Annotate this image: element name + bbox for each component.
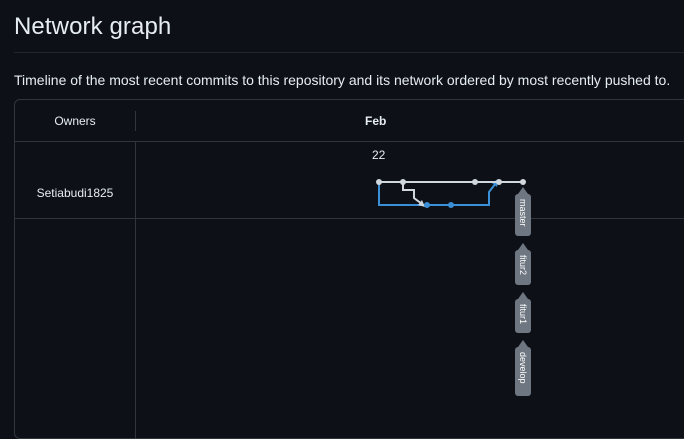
branch-connector xyxy=(402,182,423,205)
commit-dot[interactable] xyxy=(472,179,478,185)
branch-label-fitur2[interactable]: fitur2 xyxy=(515,243,531,285)
branch-label-develop[interactable]: develop xyxy=(515,340,531,396)
network-graph[interactable]: Owners Feb 22 Setiabudi1825 master fitur… xyxy=(14,99,684,439)
page-title: Network graph xyxy=(14,13,172,40)
branch-line-blue xyxy=(378,182,497,206)
commit-graph-canvas[interactable]: master fitur2 fitur1 develop xyxy=(15,100,684,439)
commit-dot[interactable] xyxy=(376,179,382,185)
branch-label-text: fitur1 xyxy=(518,304,528,324)
commit-dot[interactable] xyxy=(400,179,406,185)
branch-label-fitur1[interactable]: fitur1 xyxy=(515,292,531,333)
commit-dot[interactable] xyxy=(520,179,526,185)
page-description: Timeline of the most recent commits to t… xyxy=(14,72,671,88)
branch-label-text: master xyxy=(518,199,528,227)
branch-label-text: develop xyxy=(518,352,528,384)
branch-label-master[interactable]: master xyxy=(515,187,531,236)
commit-dot[interactable] xyxy=(448,202,454,208)
commit-dot[interactable] xyxy=(496,179,502,185)
title-divider xyxy=(14,52,684,53)
commit-dot[interactable] xyxy=(424,202,430,208)
branch-label-text: fitur2 xyxy=(518,255,528,275)
